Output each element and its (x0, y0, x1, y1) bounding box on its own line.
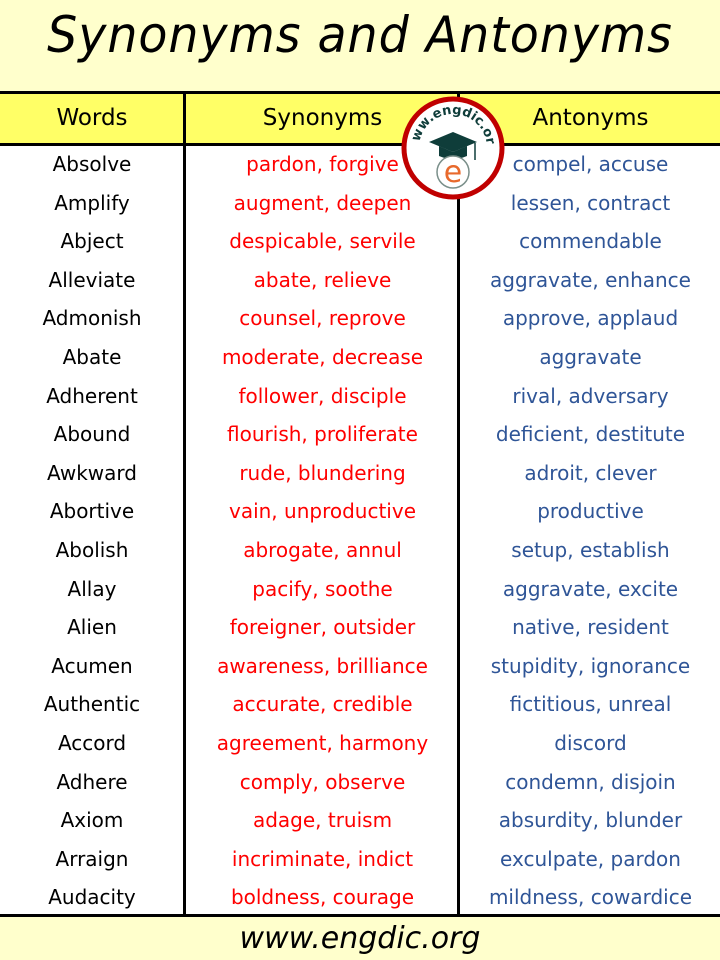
antonyms-cell: aggravate (539, 345, 642, 369)
word-cell: Alien (67, 615, 117, 640)
antonyms-cell: productive (537, 499, 644, 524)
table-row: Admonish counsel, reprove approve, applaud (0, 299, 720, 338)
table-row: Accord agreement, harmony discord (0, 724, 720, 763)
table-row: Amplify augment, deepen lessen, contract (0, 184, 720, 223)
table-row: Adherent follower, disciple rival, adversa… (0, 377, 720, 416)
synonyms-cell: follower, disciple (238, 383, 407, 408)
synonyms-cell: pacify, soothe (252, 576, 393, 601)
page-title: Synonyms and Antonyms (47, 6, 673, 64)
word-cell: Absolve (52, 152, 132, 176)
word-cell: Adherent (46, 383, 138, 408)
table-row: Alleviate abate, relieve aggravate, enhanc… (0, 261, 720, 300)
table-row: Absolve pardon, forgive compel, accuse (0, 145, 720, 184)
table-row: Acumen awareness, brilliance stupidity, ig… (0, 647, 720, 686)
synonyms-cell: foreigner, outsider (229, 615, 416, 640)
word-cell: Abate (62, 345, 122, 369)
word-cell: Accord (57, 731, 127, 755)
antonyms-cell: approve, applaud (502, 306, 679, 331)
synonyms-cell: despicable, servile (229, 229, 416, 254)
antonyms-cell: native, resident (512, 615, 669, 640)
synonyms-cell: comply, observe (239, 769, 406, 794)
antonyms-cell: setup, establish (511, 538, 670, 562)
table-row: Alien foreigner, outsider native, resident (0, 608, 720, 647)
antonyms-cell: stupidity, ignorance (490, 653, 691, 678)
synonyms-cell: accurate, credible (232, 692, 413, 717)
word-cell: Arraign (55, 846, 129, 871)
word-cell: Alleviate (48, 267, 136, 292)
synonyms-cell: flourish, proliferate (227, 422, 418, 447)
column-header-words: Words (56, 105, 128, 131)
word-cell: Audacity (48, 885, 136, 910)
word-cell: Abortive (49, 499, 135, 524)
table-row: Audacity boldness, courage mildness, cowar… (0, 878, 720, 917)
word-cell: Admonish (42, 306, 142, 331)
antonyms-cell: discord (554, 731, 627, 755)
word-cell: Axiom (60, 808, 124, 833)
word-cell: Allay (67, 576, 117, 601)
synonyms-cell: agreement, harmony (216, 731, 429, 755)
word-cell: Abject (60, 229, 124, 254)
antonyms-cell: aggravate, excite (502, 576, 679, 601)
table-row: Authentic accurate, credible fictitious, u… (0, 685, 720, 724)
synonyms-cell: abate, relieve (253, 267, 392, 292)
word-cell: Adhere (56, 769, 128, 794)
antonyms-cell: condemn, disjoin (505, 769, 676, 794)
table-row: Abate moderate, decrease aggravate (0, 338, 720, 377)
logo-badge-icon: www.engdic.org e (395, 85, 505, 200)
synonyms-cell: counsel, reprove (239, 306, 406, 331)
table-row: Awkward rude, blundering adroit, clever (0, 454, 720, 493)
synonyms-cell: awareness, brilliance (217, 653, 428, 678)
engdic-logo: www.engdic.org e (395, 85, 505, 200)
word-cell: Abolish (55, 538, 129, 562)
antonyms-cell: mildness, cowardice (488, 885, 693, 910)
logo-letter: e (444, 155, 462, 190)
word-cell: Abound (53, 422, 131, 447)
antonyms-cell: rival, adversary (512, 383, 669, 408)
synonyms-cell: boldness, courage (230, 885, 415, 910)
table-row: Allay pacify, soothe aggravate, excite (0, 570, 720, 609)
synonyms-cell: moderate, decrease (221, 345, 424, 369)
synonyms-cell: vain, unproductive (228, 499, 416, 524)
table-row: Abject despicable, servile commendable (0, 222, 720, 261)
footer-url: www.engdic.org (239, 921, 481, 956)
word-cell: Amplify (54, 190, 130, 215)
table-row: Axiom adage, truism absurdity, blunder (0, 801, 720, 840)
synonyms-cell: incriminate, indict (231, 846, 414, 871)
antonyms-cell: exculpate, pardon (500, 846, 681, 871)
antonyms-cell: adroit, clever (524, 460, 657, 485)
synonyms-cell: rude, blundering (239, 460, 406, 485)
table-row: Arraign incriminate, indict exculpate, par… (0, 840, 720, 879)
antonyms-cell: fictitious, unreal (509, 692, 672, 717)
word-cell: Acumen (51, 653, 133, 678)
antonyms-cell: deficient, destitute (495, 422, 686, 447)
antonyms-cell: commendable (519, 229, 662, 254)
table-row: Abortive vain, unproductive productive (0, 492, 720, 531)
antonyms-cell: aggravate, enhance (490, 267, 691, 292)
antonyms-cell: absurdity, blunder (498, 808, 683, 833)
word-cell: Awkward (47, 460, 137, 485)
synonyms-cell: adage, truism (252, 808, 393, 833)
table-row: Abolish abrogate, annul setup, establish (0, 531, 720, 570)
word-cell: Authentic (43, 692, 141, 717)
synonyms-cell: abrogate, annul (243, 538, 402, 562)
table-row: Adhere comply, observe condemn, disjoin (0, 763, 720, 802)
table-row: Abound flourish, proliferate deficient, de… (0, 415, 720, 454)
